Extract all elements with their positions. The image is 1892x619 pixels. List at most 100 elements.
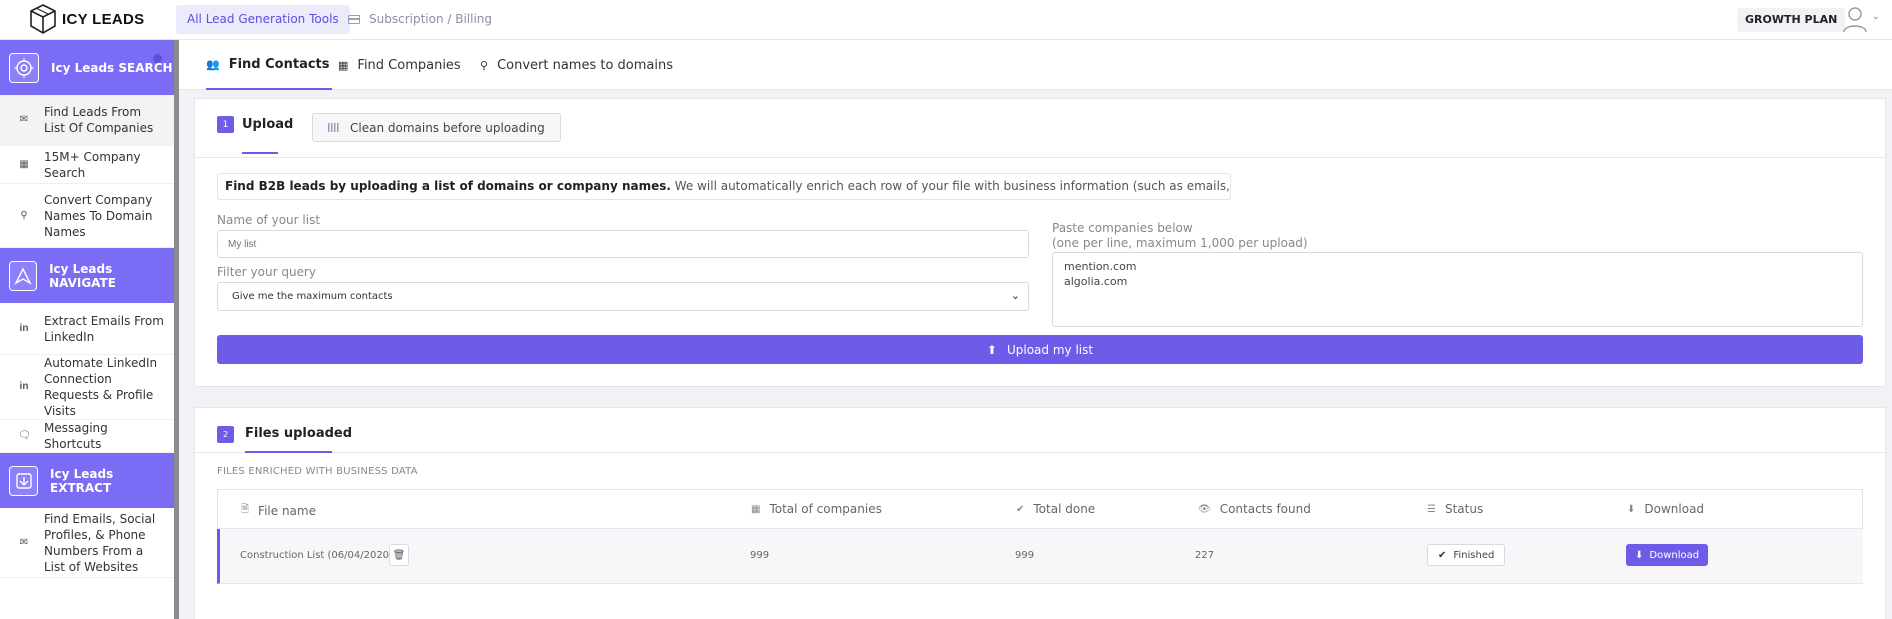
trash-icon: 🗑 — [392, 549, 406, 561]
filter-select[interactable]: Give me the maximum contacts ⌄ — [217, 282, 1029, 311]
main-content: 👥 Find Contacts ▦ Find Companies ⚲ Conve… — [179, 40, 1892, 619]
column-contacts-found: 👁 Contacts found — [1198, 502, 1311, 516]
paste-hint: (one per line, maximum 1,000 per upload) — [1052, 236, 1308, 250]
sidebar-item-find-leads-from-list[interactable]: ✉ Find Leads From List Of Companies — [0, 95, 174, 146]
sidebar-section-search[interactable]: Icy Leads SEARCH — [0, 40, 174, 95]
files-card-header: 2 Files uploaded — [195, 408, 1885, 453]
tab-subscription-billing-label: Subscription / Billing — [369, 12, 493, 26]
column-status: ☰ Status — [1427, 502, 1483, 516]
linkedin-icon: in — [19, 381, 29, 392]
download-icon: ⬇ — [1635, 549, 1644, 561]
tab-subscription-billing[interactable]: Subscription / Billing — [348, 5, 492, 34]
avatar[interactable] — [1842, 5, 1868, 33]
cell-total-companies: 999 — [750, 550, 770, 561]
tab-find-contacts[interactable]: 👥 Find Contacts — [206, 40, 332, 90]
sidebar-item-label: Find Leads From List Of Companies — [44, 105, 154, 135]
filter-select-value: Give me the maximum contacts — [232, 291, 393, 302]
credit-card-icon — [348, 15, 360, 24]
search-target-icon — [9, 52, 39, 83]
list-name-label: Name of your list — [217, 213, 321, 227]
filter-label: Filter your query — [217, 265, 316, 279]
sidebar-item-messaging-shortcuts[interactable]: 🗨 Messaging Shortcuts — [0, 420, 174, 453]
column-total-done: ✔ Total done — [1016, 502, 1095, 516]
step-badge: 1 — [217, 116, 234, 133]
mail-icon: ✉ — [19, 114, 29, 125]
mail-icon: ✉ — [19, 536, 29, 548]
files-title-underline — [245, 451, 332, 453]
file-icon: 🗎 — [241, 504, 250, 515]
files-table: 🗎 File name ▦ Total of companies ✔ Total do… — [217, 489, 1863, 584]
sidebar-item-extract-linkedin[interactable]: in Extract Emails From LinkedIn — [0, 303, 174, 355]
clean-domains-button[interactable]: Clean domains before uploading — [312, 113, 561, 142]
chevron-down-icon: ⌄ — [1010, 289, 1020, 302]
barcode-icon — [328, 123, 340, 132]
column-label: Download — [1644, 502, 1705, 516]
navigate-icon — [9, 260, 38, 291]
sidebar-section-label: Icy Leads EXTRACT — [50, 466, 114, 495]
sidebar-section-label: Icy Leads NAVIGATE — [49, 261, 116, 290]
tab-find-companies[interactable]: ▦ Find Companies — [338, 40, 461, 90]
info-rest: We will automatically enrich each row of… — [674, 179, 1230, 193]
subtab-bar: 👥 Find Contacts ▦ Find Companies ⚲ Conve… — [179, 40, 1892, 90]
linkedin-icon: in — [19, 322, 29, 334]
info-bold: Find B2B leads by uploading a list of do… — [225, 179, 671, 193]
sidebar-item-company-search[interactable]: ▦ 15M+ Company Search — [0, 146, 174, 184]
table-header: 🗎 File name ▦ Total of companies ✔ Total do… — [217, 489, 1863, 529]
building-icon: ▦ — [751, 503, 761, 515]
upload-icon: ⬆ — [986, 342, 997, 357]
status-badge: ✔ Finished — [1427, 544, 1506, 566]
chevron-down-icon[interactable]: ⌄ — [1872, 12, 1880, 22]
logo-text: ICY LEADS — [62, 10, 145, 28]
sidebar-section-extract[interactable]: Icy Leads EXTRACT — [0, 453, 174, 508]
column-label: Contacts found — [1219, 502, 1311, 516]
sidebar-item-label: Convert Company Names To Domain Names — [44, 192, 153, 239]
extract-icon — [9, 465, 39, 496]
building-icon: ▦ — [19, 158, 29, 170]
search-icon: ⚲ — [20, 209, 28, 221]
files-section-label: FILES ENRICHED WITH BUSINESS DATA — [217, 466, 418, 477]
check-icon: ✔ — [1016, 503, 1025, 515]
building-icon: ▦ — [338, 58, 349, 72]
column-label: Total of companies — [769, 502, 882, 516]
upload-title-underline — [242, 152, 278, 154]
upload-my-list-button[interactable]: ⬆ Upload my list — [217, 335, 1863, 364]
sidebar-item-automate-linkedin[interactable]: in Automate LinkedIn Connection Requests… — [0, 355, 174, 420]
search-icon: ⚲ — [480, 58, 489, 72]
users-icon: 👥 — [206, 57, 220, 71]
cell-file-name: Construction List (06/04/2020) — [240, 550, 393, 561]
sidebar-item-convert-company-names[interactable]: ⚲ Convert Company Names To Domain Names — [0, 184, 174, 248]
column-label: Total done — [1033, 502, 1096, 516]
logo-cube-icon — [30, 4, 56, 34]
column-label: Status — [1444, 502, 1484, 516]
tab-convert-names-to-domains[interactable]: ⚲ Convert names to domains — [480, 40, 673, 90]
chat-icon: 🗨 — [18, 430, 31, 441]
sidebar: Icy Leads SEARCH ✉ Find Leads From List … — [0, 40, 179, 619]
download-label: Download — [1649, 549, 1700, 561]
status-label: Finished — [1453, 549, 1495, 561]
list-name-input[interactable] — [217, 230, 1029, 258]
logo[interactable]: ICY LEADS — [28, 2, 144, 36]
upload-card-header: 1 Upload Clean domains before uploading — [195, 99, 1885, 158]
tab-find-contacts-label: Find Contacts — [228, 56, 330, 72]
sidebar-item-label: Messaging Shortcuts — [44, 421, 108, 451]
companies-textarea[interactable]: mention.com algolia.com — [1052, 252, 1863, 327]
files-title[interactable]: Files uploaded — [245, 426, 352, 441]
column-total-companies: ▦ Total of companies — [751, 502, 882, 516]
plan-badge[interactable]: GROWTH PLAN — [1737, 8, 1846, 32]
column-label: File name — [258, 503, 316, 518]
tab-find-companies-label: Find Companies — [357, 57, 461, 73]
tab-convert-names-label: Convert names to domains — [497, 57, 674, 73]
column-file-name: 🗎 File name — [241, 502, 316, 519]
sidebar-section-navigate[interactable]: Icy Leads NAVIGATE — [0, 248, 174, 303]
sidebar-item-label: 15M+ Company Search — [44, 149, 141, 180]
sidebar-section-label: Icy Leads SEARCH — [51, 60, 173, 75]
tab-all-lead-generation-tools[interactable]: All Lead Generation Tools — [176, 5, 350, 34]
cell-contacts-found: 227 — [1195, 550, 1215, 561]
sidebar-item-find-emails-websites[interactable]: ✉ Find Emails, Social Profiles, & Phone … — [0, 508, 174, 578]
upload-title[interactable]: Upload — [242, 117, 293, 132]
delete-button[interactable]: 🗑 — [389, 544, 409, 566]
download-button[interactable]: ⬇ Download — [1626, 544, 1709, 566]
table-row[interactable]: Construction List (06/04/2020) 🗑 999 999… — [217, 529, 1863, 584]
sidebar-item-label: Automate LinkedIn Connection Requests & … — [44, 356, 158, 418]
textarea-line: mention.com — [1064, 260, 1137, 273]
